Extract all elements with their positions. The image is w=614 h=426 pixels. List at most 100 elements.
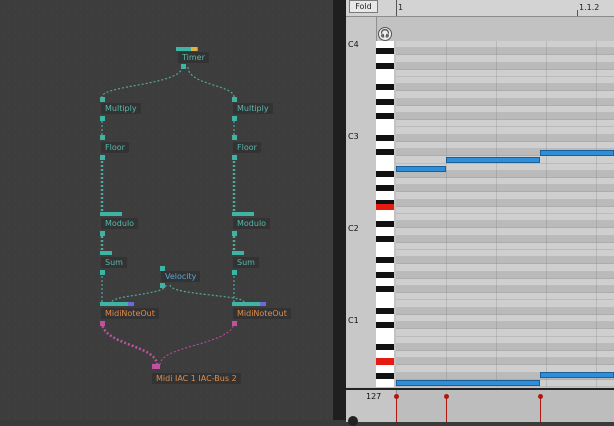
node-sum-right[interactable]: Sum [233,257,259,268]
node-multiply-left[interactable]: Multiply [101,103,141,114]
sum-left-out-port[interactable] [100,270,105,275]
wire-out-left-device [100,321,159,366]
grid-lane [396,41,614,49]
piano-key-black[interactable] [376,98,394,105]
piano-key-black[interactable] [376,149,394,156]
node-multiply-right[interactable]: Multiply [233,103,273,114]
piano-key-black[interactable] [376,235,394,242]
node-sum-left[interactable]: Sum [101,257,127,268]
midi-note[interactable] [540,372,614,378]
node-modulo-left[interactable]: Modulo [101,218,139,229]
multiply-left-out-port[interactable] [100,116,105,121]
midiout-left-in-port-purple[interactable] [128,302,134,306]
wire-timer-multiply-right [187,66,235,98]
midiout-left-in-port[interactable] [100,302,128,306]
piano-key-black[interactable] [376,343,394,350]
multiply-left-in-port[interactable] [100,97,105,102]
headphones-icon[interactable]: 🎧 [378,27,392,41]
node-timer[interactable]: Timer [178,52,209,63]
velocity-stem[interactable] [446,396,447,422]
sum-right-in-port[interactable] [232,251,244,255]
velocity-handle[interactable] [444,394,449,399]
floor-right-in-port[interactable] [232,135,237,140]
piano-key-black[interactable] [376,113,394,120]
ruler-label-start: 1 [398,3,404,12]
floor-left-in-port[interactable] [100,135,105,140]
grid-lane [396,62,614,70]
piano-key-black[interactable] [376,286,394,293]
wire-timer-multiply-left [101,66,183,98]
midi-note[interactable] [396,166,446,172]
velocity-handle[interactable] [394,394,399,399]
grid-lane [396,264,614,272]
note-grid[interactable] [396,41,614,387]
piano-key-black[interactable] [376,170,394,177]
piano-key-black[interactable] [376,322,394,329]
floor-left-out-port[interactable] [100,155,105,160]
midiout-right-in-port[interactable] [232,302,260,306]
timer-port-yellow[interactable] [191,47,197,51]
modulo-right-out-port[interactable] [232,231,237,236]
piano-key-black[interactable] [376,84,394,91]
modulo-left-in-port[interactable] [100,212,122,216]
midi-note[interactable] [540,150,614,156]
node-midinoteout-left[interactable]: MidiNoteOut [101,308,159,319]
octave-label-c2: C2 [348,224,359,233]
node-midi-device[interactable]: Midi IAC 1 IAC-Bus 2 [152,373,241,384]
piano-key-black[interactable] [376,185,394,192]
piano-keyboard[interactable] [376,41,394,387]
piano-key-black[interactable] [376,48,394,55]
grid-lane [396,257,614,265]
velocity-stem[interactable] [540,396,541,422]
piano-key-black[interactable] [376,134,394,141]
grid-lane [396,192,614,200]
velocity-handle[interactable] [538,394,543,399]
grid-lane [396,77,614,85]
pane-divider[interactable] [333,0,346,420]
wire-out-right-device [159,321,235,366]
play-icon[interactable] [348,416,358,426]
midiout-right-out-port[interactable] [232,321,237,326]
wire-velocity-out-left [111,284,167,303]
grid-lane [396,84,614,92]
floor-right-out-port[interactable] [232,155,237,160]
node-velocity[interactable]: Velocity [161,271,201,282]
sum-right-out-port[interactable] [232,270,237,275]
app-window: Timer Multiply Floor Modulo Sum MidiNote… [0,0,614,426]
node-modulo-right[interactable]: Modulo [233,218,271,229]
piano-key-black[interactable] [376,62,394,69]
piano-key-active[interactable] [376,358,394,365]
velocity-lane[interactable]: 127 [346,388,614,426]
multiply-right-out-port[interactable] [232,116,237,121]
piano-key-black[interactable] [376,372,394,379]
piano-key-black[interactable] [376,307,394,314]
piano-key-black[interactable] [376,221,394,228]
node-midinoteout-right[interactable]: MidiNoteOut [233,308,291,319]
velocity-stem[interactable] [396,396,397,422]
piano-key-black[interactable] [376,271,394,278]
node-floor-left[interactable]: Floor [101,142,129,153]
midiout-right-in-port-purple[interactable] [260,302,266,306]
velocity-lane-header: 127 [346,390,397,426]
midi-device-in-port[interactable] [152,364,160,369]
piano-key-active[interactable] [376,204,394,210]
node-floor-right[interactable]: Floor [233,142,261,153]
octave-label-c1: C1 [348,316,359,325]
velocity-max-label: 127 [366,392,382,401]
modulo-right-in-port[interactable] [232,212,254,216]
modulo-left-out-port[interactable] [100,231,105,236]
piano-key-black[interactable] [376,257,394,264]
midi-note[interactable] [396,380,540,386]
node-graph-canvas[interactable]: Timer Multiply Floor Modulo Sum MidiNote… [0,0,333,420]
timeline-ruler[interactable]: Fold 1 1.1.2 [346,0,614,17]
midi-note[interactable] [446,157,540,163]
timer-out-port[interactable] [181,64,186,69]
grid-lane [396,127,614,135]
velocity-out-port[interactable] [160,283,165,288]
multiply-right-in-port[interactable] [232,97,237,102]
midiout-left-out-port[interactable] [100,321,105,326]
grid-lane [396,271,614,279]
fold-button[interactable]: Fold [349,0,378,13]
sum-left-in-port[interactable] [100,251,112,255]
grid-lane [396,177,614,186]
